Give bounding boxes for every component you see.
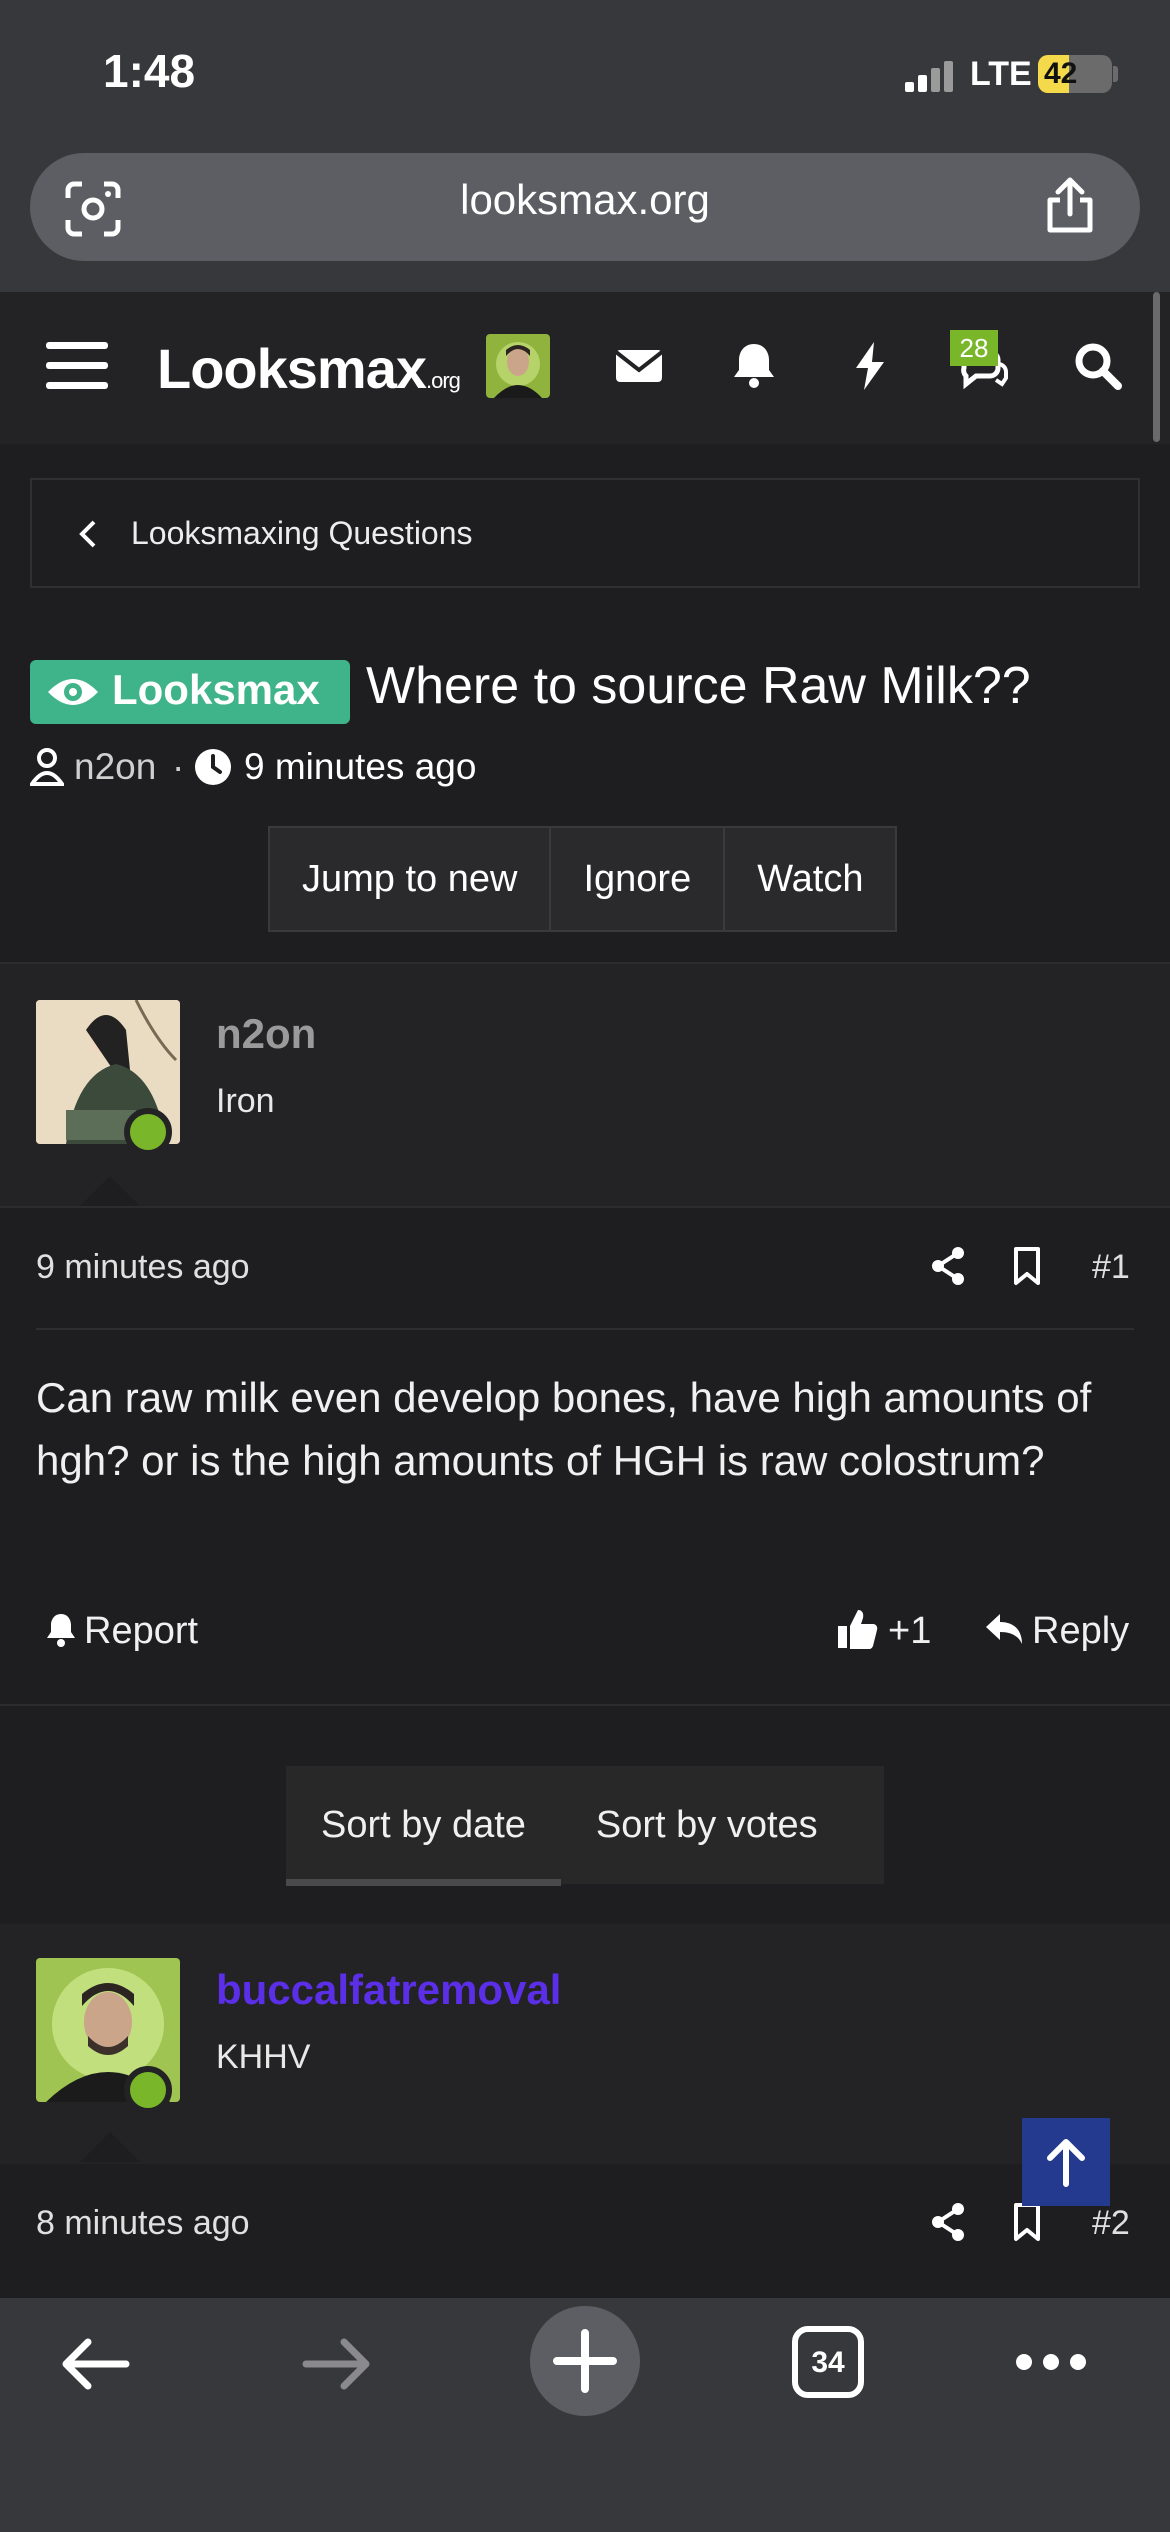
post-username[interactable]: buccalfatremoval xyxy=(216,1966,561,2014)
post-username[interactable]: n2on xyxy=(216,1010,316,1058)
thread-button-group: Jump to new Ignore Watch xyxy=(268,826,898,932)
online-indicator xyxy=(124,2066,172,2114)
share-post-icon[interactable] xyxy=(930,1246,966,1286)
meta-separator: · xyxy=(172,746,185,787)
report-button[interactable]: Report xyxy=(84,1610,198,1653)
reply-button[interactable]: Reply xyxy=(1032,1610,1129,1653)
thread-title: Where to source Raw Milk?? xyxy=(366,657,1031,715)
divider xyxy=(0,962,1170,964)
eye-icon xyxy=(46,674,100,710)
mail-icon[interactable] xyxy=(612,338,668,394)
menu-icon[interactable] xyxy=(46,340,108,392)
post-user-title: Iron xyxy=(216,1082,275,1120)
thread-author[interactable]: n2on xyxy=(74,746,156,788)
sort-by-date-tab[interactable]: Sort by date xyxy=(286,1766,561,1886)
conversations-badge: 28 xyxy=(950,330,998,366)
site-logo[interactable]: Looksmax.org xyxy=(157,336,461,401)
post-user-title: KHHV xyxy=(216,2038,311,2076)
more-icon[interactable] xyxy=(1014,2350,1088,2374)
thumbs-up-icon[interactable] xyxy=(836,1608,878,1650)
arrow-pointer xyxy=(80,2132,140,2162)
scroll-to-top-button[interactable] xyxy=(1022,2118,1110,2206)
clock-icon xyxy=(194,748,232,786)
online-indicator xyxy=(124,1108,172,1156)
thread-time[interactable]: 9 minutes ago xyxy=(244,746,476,788)
back-arrow-icon[interactable] xyxy=(58,2336,130,2392)
sort-by-votes-tab[interactable]: Sort by votes xyxy=(561,1766,853,1884)
bookmark-icon[interactable] xyxy=(1012,2202,1042,2242)
bookmark-icon[interactable] xyxy=(1012,1246,1042,1286)
post-body: Can raw milk even develop bones, have hi… xyxy=(36,1374,1092,1484)
url-text[interactable]: looksmax.org xyxy=(0,176,1170,224)
post-time[interactable]: 8 minutes ago xyxy=(36,2204,250,2243)
divider xyxy=(0,1704,1170,1706)
jump-to-new-button[interactable]: Jump to new xyxy=(270,828,552,930)
arrow-pointer xyxy=(80,1176,140,1206)
breadcrumb-label[interactable]: Looksmaxing Questions xyxy=(131,515,473,552)
report-bell-icon[interactable] xyxy=(44,1612,78,1648)
user-icon xyxy=(30,748,64,786)
divider xyxy=(0,1206,1170,1208)
post-time[interactable]: 9 minutes ago xyxy=(36,1248,250,1287)
thread-prefix-label[interactable]: Looksmax xyxy=(112,666,320,714)
forward-arrow-icon[interactable] xyxy=(302,2336,374,2392)
chevron-left-icon xyxy=(76,518,100,550)
battery-tip xyxy=(1113,66,1118,82)
reply-icon[interactable] xyxy=(984,1612,1024,1646)
bell-icon[interactable] xyxy=(726,338,782,394)
lightning-icon[interactable] xyxy=(842,338,898,394)
tab-count-button[interactable]: 34 xyxy=(792,2326,864,2398)
post-number[interactable]: #1 xyxy=(1092,1248,1130,1287)
share-post-icon[interactable] xyxy=(930,2202,966,2242)
reaction-count[interactable]: +1 xyxy=(888,1610,931,1653)
battery-icon: 42 xyxy=(1038,55,1112,93)
share-icon[interactable] xyxy=(1042,176,1098,236)
post-number[interactable]: #2 xyxy=(1092,2204,1130,2243)
divider xyxy=(36,1328,1134,1330)
status-time: 1:48 xyxy=(103,45,196,97)
user-avatar[interactable] xyxy=(486,334,550,398)
signal-icon xyxy=(905,60,955,92)
network-type: LTE xyxy=(970,55,1032,93)
sort-tabs: Sort by date Sort by votes xyxy=(286,1766,884,1886)
search-icon[interactable] xyxy=(1070,338,1126,394)
ignore-button[interactable]: Ignore xyxy=(551,828,726,930)
watch-button[interactable]: Watch xyxy=(725,828,896,930)
scrollbar[interactable] xyxy=(1153,292,1160,442)
battery-level: 42 xyxy=(1044,57,1078,90)
new-tab-button[interactable] xyxy=(530,2306,640,2416)
